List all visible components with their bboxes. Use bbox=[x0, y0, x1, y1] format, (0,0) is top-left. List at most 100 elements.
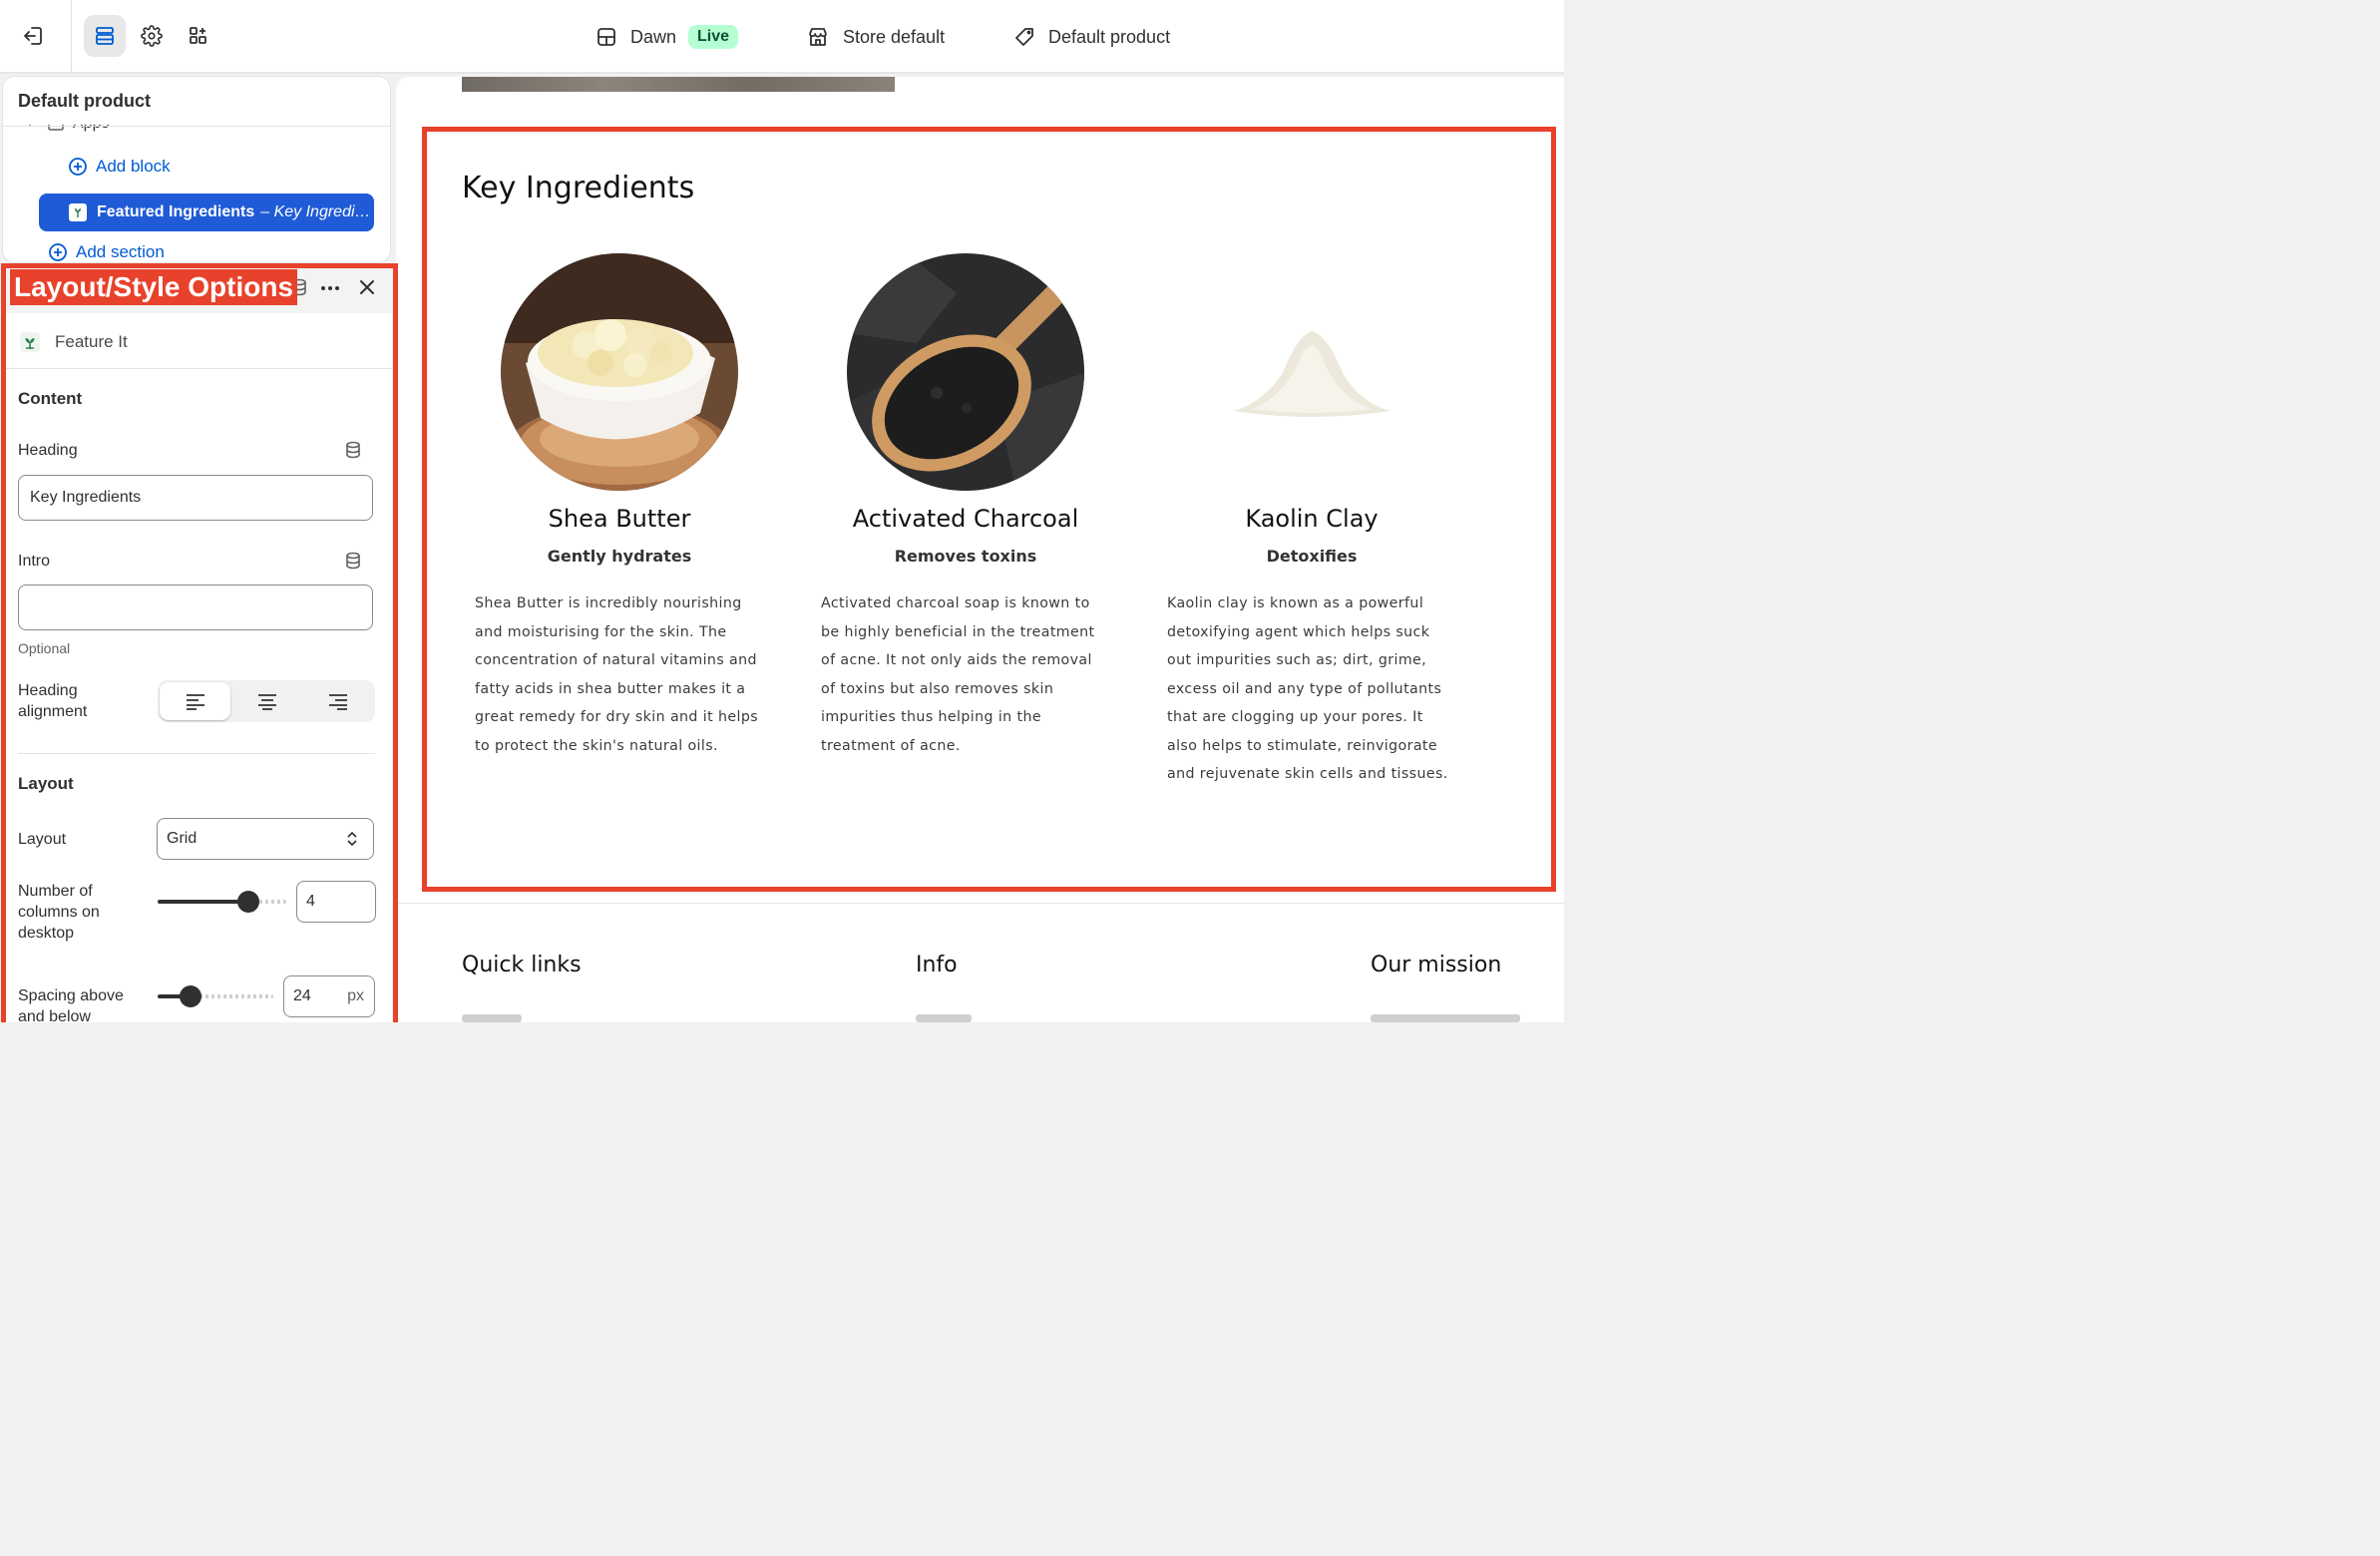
card-subtitle: Detoxifies bbox=[1266, 547, 1358, 566]
content-section-title: Content bbox=[18, 389, 83, 408]
footer-link-cutoff bbox=[916, 1014, 972, 1022]
footer-divider bbox=[396, 903, 1564, 904]
activated-charcoal-image bbox=[847, 253, 1084, 491]
align-right-icon bbox=[328, 694, 347, 710]
heading-input[interactable]: Key Ingredients bbox=[18, 475, 373, 521]
columns-slider-fill bbox=[158, 900, 249, 904]
key-ingredients-heading: Key Ingredients bbox=[462, 171, 695, 205]
gear-icon bbox=[141, 25, 163, 47]
spacing-slider-thumb[interactable] bbox=[180, 985, 201, 1007]
app-name: Feature It bbox=[55, 332, 128, 351]
theme-name: Dawn bbox=[630, 26, 677, 47]
footer-heading-quick-links: Quick links bbox=[462, 953, 582, 977]
product-image-edge bbox=[462, 77, 895, 92]
card-title: Kaolin Clay bbox=[1245, 505, 1379, 533]
add-section-label: Add section bbox=[76, 242, 165, 261]
spacing-number-input[interactable]: 24 px bbox=[283, 975, 375, 1017]
annotation-label: Layout/Style Options bbox=[10, 269, 298, 305]
layout-select[interactable]: Grid bbox=[157, 818, 374, 860]
footer-link-cutoff bbox=[462, 1014, 522, 1022]
tag-icon bbox=[1015, 28, 1033, 46]
shea-butter-image bbox=[501, 253, 738, 491]
topbar-divider bbox=[71, 0, 72, 72]
store-icon bbox=[809, 28, 827, 46]
align-center-button[interactable] bbox=[231, 682, 302, 720]
layout-field-label: Layout bbox=[18, 831, 67, 848]
columns-value: 4 bbox=[306, 893, 315, 910]
settings-header: Layout/Style Options bbox=[5, 263, 392, 313]
sections-button[interactable] bbox=[84, 15, 126, 57]
template-selector[interactable]: Default product bbox=[1014, 22, 1170, 52]
theme-icon bbox=[597, 28, 615, 46]
layout-section-title: Layout bbox=[18, 774, 74, 793]
storefront-preview: Key Ingredients Shea Butter Gently hydra… bbox=[396, 77, 1564, 1022]
spacing-value: 24 bbox=[293, 987, 311, 1004]
footer-heading-mission: Our mission bbox=[1371, 953, 1502, 977]
columns-slider-thumb[interactable] bbox=[237, 891, 259, 913]
store-selector[interactable]: Store default bbox=[807, 22, 945, 52]
align-left-button[interactable] bbox=[160, 682, 230, 720]
theme-settings-button[interactable] bbox=[131, 15, 173, 57]
ingredient-card: Activated Charcoal Removes toxins Activa… bbox=[816, 253, 1115, 760]
heading-field-label: Heading bbox=[18, 442, 78, 459]
align-right-button[interactable] bbox=[302, 682, 373, 720]
ingredient-card: Kaolin Clay Detoxifies Kaolin clay is kn… bbox=[1162, 253, 1461, 789]
app-embeds-button[interactable] bbox=[178, 15, 219, 57]
dynamic-source-icon[interactable] bbox=[343, 551, 363, 571]
dynamic-source-icon[interactable] bbox=[343, 440, 363, 460]
spacing-unit: px bbox=[347, 987, 364, 1004]
spacing-slider-track bbox=[199, 994, 273, 998]
footer-text-cutoff bbox=[1371, 1014, 1520, 1022]
layout-select-value: Grid bbox=[167, 830, 198, 847]
align-left-icon bbox=[186, 694, 204, 710]
theme-selector[interactable]: Dawn Live bbox=[596, 22, 739, 52]
columns-field-label: Number of columns on desktop bbox=[18, 883, 100, 942]
add-section-button[interactable]: Add section bbox=[48, 242, 165, 262]
footer-heading-info: Info bbox=[916, 953, 958, 977]
selected-section-subtitle: – Key Ingredi… bbox=[260, 203, 371, 220]
leaf-app-icon bbox=[69, 203, 87, 221]
card-title: Shea Butter bbox=[548, 505, 691, 533]
close-icon[interactable] bbox=[357, 277, 377, 297]
columns-number-input[interactable]: 4 bbox=[296, 881, 376, 923]
live-badge: Live bbox=[688, 25, 739, 49]
add-block-label: Add block bbox=[96, 157, 171, 176]
apps-grid-icon bbox=[190, 27, 206, 44]
exit-button[interactable] bbox=[13, 15, 55, 57]
spacing-field-label: Spacing above and below bbox=[18, 987, 124, 1022]
card-body: Kaolin clay is known as a powerful detox… bbox=[1167, 595, 1448, 782]
card-subtitle: Gently hydrates bbox=[547, 547, 692, 566]
template-label: Default product bbox=[1048, 26, 1171, 47]
more-options-icon[interactable] bbox=[319, 277, 341, 299]
heading-alignment-label: Heading alignment bbox=[18, 682, 88, 720]
card-subtitle: Removes toxins bbox=[894, 547, 1037, 566]
card-body: Activated charcoal soap is known to be h… bbox=[821, 595, 1095, 754]
intro-input[interactable] bbox=[18, 584, 373, 630]
settings-separator bbox=[5, 368, 392, 369]
card-body: Shea Butter is incredibly nourishing and… bbox=[475, 595, 759, 754]
section-tree-panel: Default product Apps Default product Add… bbox=[3, 77, 390, 262]
store-label: Store default bbox=[843, 26, 946, 47]
leaf-app-icon bbox=[20, 332, 40, 352]
tree-item-featured-ingredients[interactable]: Featured Ingredients – Key Ingredi… bbox=[39, 194, 374, 231]
sections-icon bbox=[96, 27, 114, 45]
plus-circle-icon bbox=[69, 158, 87, 176]
app-source-row: Feature It bbox=[19, 331, 128, 353]
kaolin-clay-image bbox=[1193, 253, 1430, 491]
exit-icon bbox=[24, 27, 42, 45]
plus-circle-icon bbox=[49, 243, 67, 261]
card-title: Activated Charcoal bbox=[852, 505, 1079, 533]
tree-header-divider bbox=[3, 126, 390, 127]
tree-title-overlay: Default product bbox=[18, 91, 151, 111]
select-chevron-icon bbox=[347, 831, 357, 847]
block-settings-panel: Layout/Style Options Feature It Content … bbox=[5, 263, 392, 1022]
settings-separator bbox=[18, 753, 375, 754]
selected-section-name: Featured Ingredients bbox=[97, 203, 255, 220]
heading-alignment-control bbox=[158, 680, 375, 722]
ingredient-card: Shea Butter Gently hydrates Shea Butter … bbox=[470, 253, 769, 760]
align-center-icon bbox=[257, 694, 276, 710]
intro-help-text: Optional bbox=[18, 640, 71, 656]
intro-field-label: Intro bbox=[18, 553, 51, 570]
add-block-button[interactable]: Add block bbox=[68, 157, 171, 177]
editor-topbar: Dawn Live Store default Default product bbox=[0, 0, 1564, 74]
